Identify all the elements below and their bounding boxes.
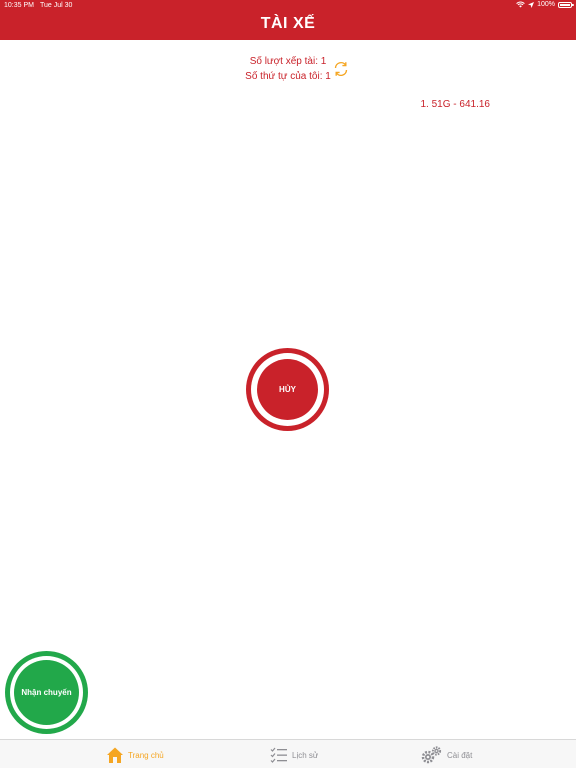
battery-fill <box>560 3 570 6</box>
tab-home[interactable]: Trang chủ <box>106 744 164 766</box>
tab-settings[interactable]: Cài đặt <box>421 744 472 766</box>
tab-history-label: Lịch sử <box>292 750 319 760</box>
home-icon <box>107 747 123 763</box>
vehicle-list-item: 1. 51G - 641.16 <box>420 99 491 110</box>
refresh-icon[interactable] <box>332 60 350 78</box>
app-screen: 10:35 PM Tue Jul 30 100% TÀI XẾ Số lượt … <box>0 0 576 768</box>
cancel-button-label: HỦY <box>257 359 318 420</box>
status-time: 10:35 PM <box>4 2 34 9</box>
accept-ride-button[interactable]: Nhận chuyến <box>5 651 88 734</box>
tab-settings-label: Cài đặt <box>447 750 473 760</box>
battery-percent: 100% <box>537 1 555 8</box>
wifi-icon <box>516 1 525 8</box>
location-arrow-icon <box>528 1 535 8</box>
accept-ride-button-label: Nhận chuyến <box>14 660 79 725</box>
checklist-icon <box>270 747 287 763</box>
battery-icon <box>558 1 574 8</box>
queue-info: Số lượt xếp tài: 1 Số thứ tự của tôi: 1 <box>0 54 576 84</box>
header-bar: 10:35 PM Tue Jul 30 100% TÀI XẾ <box>0 0 576 40</box>
status-bar: 10:35 PM Tue Jul 30 100% <box>0 0 576 12</box>
tab-history[interactable]: Lịch sử <box>270 744 318 766</box>
status-indicators: 100% <box>516 1 574 8</box>
gears-icon <box>421 746 442 764</box>
page-title: TÀI XẾ <box>260 15 316 32</box>
tab-bar: Trang chủ Lịch sử Cài đặt <box>0 739 576 768</box>
cancel-button[interactable]: HỦY <box>246 348 329 431</box>
my-position-text: Số thứ tự của tôi: 1 <box>245 71 331 82</box>
status-date: Tue Jul 30 <box>40 2 73 9</box>
turn-count-text: Số lượt xếp tài: 1 <box>249 56 327 67</box>
tab-home-label: Trang chủ <box>128 750 164 760</box>
refresh-icon-svg <box>334 61 348 77</box>
